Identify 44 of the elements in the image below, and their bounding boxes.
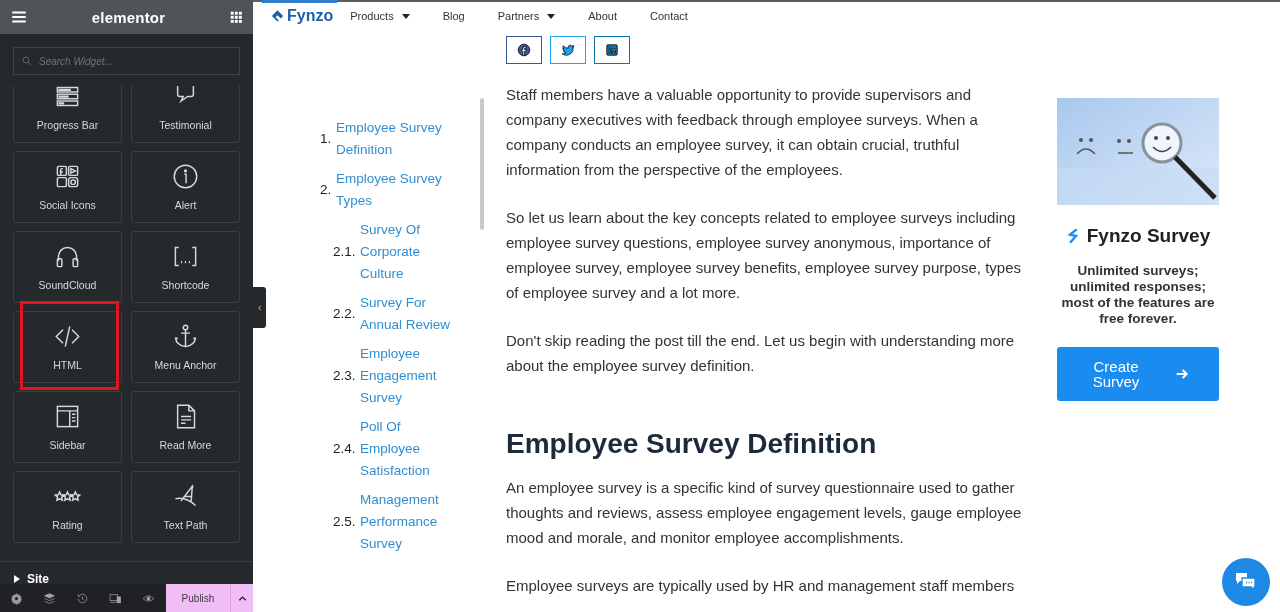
site-logo[interactable]: Fynzo [270, 7, 334, 25]
toc-link[interactable]: Poll Of Employee Satisfaction [360, 416, 455, 482]
nav-link[interactable]: About [588, 10, 617, 22]
toc-link[interactable]: Employee Survey Types [336, 168, 454, 212]
publish-button[interactable]: Publish [166, 584, 230, 612]
list-number: 2.2. [333, 305, 357, 323]
list-number: 2.3. [333, 367, 357, 385]
paragraph: So let us learn about the key concepts related to employee surveys including employee survey questions, employee survey anonymous, importance of employee survey, employee survey benefits, employee survey purpose, types of employee survey and a lot more. [506, 208, 1022, 303]
nav-link[interactable]: Blog [442, 10, 465, 22]
list-number: 2.5. [333, 513, 357, 531]
nav-link[interactable]: Products [350, 10, 410, 22]
widget-card[interactable]: Menu Anchor [131, 311, 240, 383]
toc-link[interactable]: Employee Engagement Survey [360, 343, 455, 409]
widget-card[interactable]: Social Icons [13, 151, 122, 223]
widget-card[interactable]: HTML [13, 311, 122, 383]
nav-link[interactable]: Partners [497, 10, 556, 22]
section-heading: Employee Survey Definition [506, 427, 878, 461]
toc-link[interactable]: Survey For Annual Review [360, 292, 455, 336]
widget-card[interactable]: Read More [131, 391, 240, 463]
widget-card[interactable]: Sidebar [13, 391, 122, 463]
toc-link[interactable]: Survey Of Corporate Culture [360, 219, 455, 285]
widget-card[interactable]: Shortcode [131, 231, 240, 303]
nav-link[interactable]: Contact [650, 10, 688, 22]
panel-brand: elementor [91, 8, 166, 26]
widget-card[interactable]: SoundCloud [13, 231, 122, 303]
widget-card[interactable]: Text Path [131, 471, 240, 543]
paragraph: Staff members have a valuable opportunity to provide supervisors and company executives with feedback through employee surveys. When a company conducts an employee survey, it can obtain crucial, truthful information from the perspective of the employees. [506, 85, 979, 180]
list-number: 1. [320, 130, 333, 148]
list-number: 2.4. [333, 440, 357, 458]
paragraph: Employee surveys are typically used by HR and management staff members [506, 576, 1016, 596]
list-number: 2.1. [333, 243, 357, 261]
list-number: 2. [320, 181, 333, 199]
promo-text: Unlimited surveys; unlimited responses; most of the features are free forever. [1060, 263, 1216, 327]
widget-card[interactable]: Alert [131, 151, 240, 223]
widget-card[interactable]: Progress Bar [13, 86, 122, 143]
section-title[interactable]: Site [27, 572, 49, 584]
toc-link[interactable]: Management Performance Survey [360, 489, 455, 555]
widget-card[interactable]: Rating [13, 471, 122, 543]
paragraph: An employee survey is a specific kind of survey questionnaire used to gather thoughts and reviews, assess employee engagement levels, gauge employee mood and morale, and monitor employee accomplishments. [506, 478, 1023, 548]
paragraph: Don't skip reading the post till the end. Let us begin with understanding more about the employee survey definition. [506, 331, 1016, 376]
toc-link[interactable]: Employee Survey Definition [336, 117, 454, 161]
widget-card[interactable]: Testimonial [131, 86, 240, 143]
promo-title: Fynzo Survey [1086, 225, 1211, 247]
search-field[interactable]: Search Widget... [13, 47, 240, 75]
